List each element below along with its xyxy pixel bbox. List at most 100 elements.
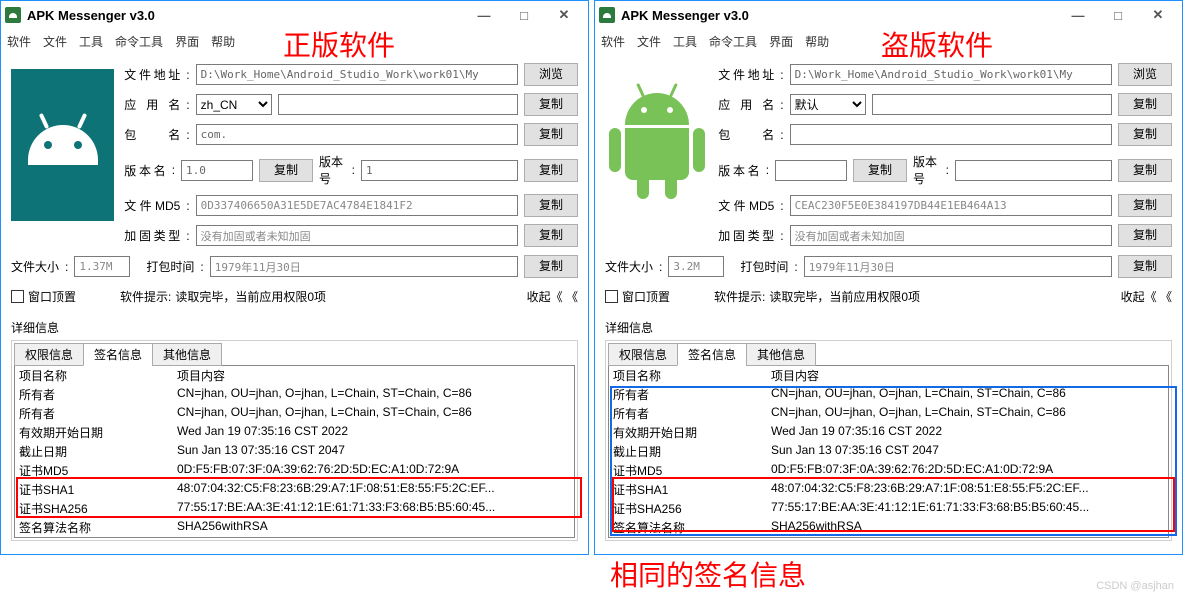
titlebar[interactable]: APK Messenger v3.0 bbox=[595, 1, 1182, 29]
appname-select[interactable]: 默认 bbox=[790, 94, 866, 115]
tab-permissions[interactable]: 权限信息 bbox=[14, 343, 84, 366]
harden-input[interactable] bbox=[196, 225, 518, 246]
path-input[interactable] bbox=[196, 64, 518, 85]
vercode-label: 版本号 bbox=[913, 153, 940, 187]
menubar: 软件 文件 工具 命令工具 界面 帮助 bbox=[1, 29, 588, 53]
tip-label: 软件提示: bbox=[714, 288, 765, 305]
packtime-label: 打包时间 bbox=[146, 258, 194, 275]
pin-checkbox[interactable] bbox=[11, 290, 24, 303]
tab-signature[interactable]: 签名信息 bbox=[677, 343, 747, 366]
filesize-label: 文件大小 bbox=[605, 258, 653, 275]
window-title: APK Messenger v3.0 bbox=[27, 8, 155, 23]
browse-button[interactable]: 浏览 bbox=[524, 63, 578, 86]
appname-input[interactable] bbox=[278, 94, 518, 115]
collapse-button[interactable]: 收起《 《 bbox=[527, 288, 578, 305]
details-box: 权限信息 签名信息 其他信息 项目名称项目内容 所有者CN=jhan, OU=j… bbox=[605, 340, 1172, 541]
table-row: 所有者CN=jhan, OU=jhan, O=jhan, L=Chain, ST… bbox=[15, 385, 574, 404]
copy-ver-button[interactable]: 复制 bbox=[259, 159, 313, 182]
appname-select[interactable]: zh_CN bbox=[196, 94, 272, 115]
copy-vercode-button[interactable]: 复制 bbox=[524, 159, 578, 182]
menu-tool[interactable]: 工具 bbox=[79, 33, 103, 50]
copy-appname-button[interactable]: 复制 bbox=[1118, 93, 1172, 116]
menu-software[interactable]: 软件 bbox=[7, 33, 31, 50]
copy-vercode-button[interactable]: 复制 bbox=[1118, 159, 1172, 182]
md5-input[interactable] bbox=[196, 195, 518, 216]
tab-other[interactable]: 其他信息 bbox=[746, 343, 816, 366]
md5-label: 文件MD5 bbox=[124, 197, 180, 214]
copy-harden-button[interactable]: 复制 bbox=[1118, 224, 1172, 247]
menu-tool[interactable]: 工具 bbox=[673, 33, 697, 50]
app-icon bbox=[5, 7, 21, 23]
minimize-button[interactable] bbox=[464, 3, 504, 27]
maximize-button[interactable] bbox=[1098, 3, 1138, 27]
menu-ui[interactable]: 界面 bbox=[175, 33, 199, 50]
table-row: 截止日期Sun Jan 13 07:35:16 CST 2047 bbox=[15, 442, 574, 461]
window-left: APK Messenger v3.0 软件 文件 工具 命令工具 界面 帮助 文… bbox=[0, 0, 589, 555]
browse-button[interactable]: 浏览 bbox=[1118, 63, 1172, 86]
table-row: 所有者CN=jhan, OU=jhan, O=jhan, L=Chain, ST… bbox=[15, 404, 574, 423]
vercode-label: 版本号 bbox=[319, 153, 346, 187]
minimize-button[interactable] bbox=[1058, 3, 1098, 27]
copy-md5-button[interactable]: 复制 bbox=[1118, 194, 1172, 217]
copy-md5-button[interactable]: 复制 bbox=[524, 194, 578, 217]
copy-pkg-button[interactable]: 复制 bbox=[1118, 123, 1172, 146]
pin-label: 窗口顶置 bbox=[622, 288, 670, 305]
path-input[interactable] bbox=[790, 64, 1112, 85]
table-row: 有效期开始日期Wed Jan 19 07:35:16 CST 2022 bbox=[609, 423, 1168, 442]
table-row: 证书MD50D:F5:FB:07:3F:0A:39:62:76:2D:5D:EC… bbox=[15, 461, 574, 480]
close-button[interactable] bbox=[1138, 3, 1178, 27]
tab-permissions[interactable]: 权限信息 bbox=[608, 343, 678, 366]
ver-input[interactable] bbox=[775, 160, 847, 181]
ver-input[interactable] bbox=[181, 160, 253, 181]
maximize-button[interactable] bbox=[504, 3, 544, 27]
table-row: 签名算法名称SHA256withRSA bbox=[609, 518, 1168, 537]
window-controls bbox=[464, 3, 584, 27]
menu-software[interactable]: 软件 bbox=[601, 33, 625, 50]
menu-help[interactable]: 帮助 bbox=[211, 33, 235, 50]
copy-packtime-button[interactable]: 复制 bbox=[524, 255, 578, 278]
pkg-label: 包名 bbox=[718, 126, 774, 143]
apk-icon bbox=[11, 69, 114, 221]
filesize-input bbox=[74, 256, 130, 277]
pin-checkbox[interactable] bbox=[605, 290, 618, 303]
menu-help[interactable]: 帮助 bbox=[805, 33, 829, 50]
harden-input[interactable] bbox=[790, 225, 1112, 246]
vercode-input[interactable] bbox=[361, 160, 518, 181]
table-row: 证书SHA25677:55:17:BE:AA:3E:41:12:1E:61:71… bbox=[15, 499, 574, 518]
details-box: 权限信息 签名信息 其他信息 项目名称项目内容 所有者CN=jhan, OU=j… bbox=[11, 340, 578, 541]
path-label: 文件地址 bbox=[124, 66, 180, 83]
appname-input[interactable] bbox=[872, 94, 1112, 115]
window-controls bbox=[1058, 3, 1178, 27]
menu-file[interactable]: 文件 bbox=[43, 33, 67, 50]
harden-label: 加固类型 bbox=[124, 227, 180, 244]
copy-packtime-button[interactable]: 复制 bbox=[1118, 255, 1172, 278]
vercode-input[interactable] bbox=[955, 160, 1112, 181]
appname-label: 应用名 bbox=[124, 96, 180, 113]
menu-cmd[interactable]: 命令工具 bbox=[709, 33, 757, 50]
close-button[interactable] bbox=[544, 3, 584, 27]
titlebar[interactable]: APK Messenger v3.0 bbox=[1, 1, 588, 29]
tab-other[interactable]: 其他信息 bbox=[152, 343, 222, 366]
packtime-input bbox=[210, 256, 518, 277]
md5-input[interactable] bbox=[790, 195, 1112, 216]
watermark: CSDN @asjhan bbox=[1096, 580, 1174, 592]
signature-table: 项目名称项目内容 所有者CN=jhan, OU=jhan, O=jhan, L=… bbox=[14, 365, 575, 538]
menu-cmd[interactable]: 命令工具 bbox=[115, 33, 163, 50]
pin-label: 窗口顶置 bbox=[28, 288, 76, 305]
copy-ver-button[interactable]: 复制 bbox=[853, 159, 907, 182]
details-label: 详细信息 bbox=[11, 319, 578, 336]
copy-harden-button[interactable]: 复制 bbox=[524, 224, 578, 247]
collapse-button[interactable]: 收起《 《 bbox=[1121, 288, 1172, 305]
packtime-input bbox=[804, 256, 1112, 277]
menu-ui[interactable]: 界面 bbox=[769, 33, 793, 50]
tip-text: 读取完毕，当前应用权限0项 bbox=[769, 288, 920, 305]
menu-file[interactable]: 文件 bbox=[637, 33, 661, 50]
table-row: 签名算法名称SHA256withRSA bbox=[15, 518, 574, 537]
tab-signature[interactable]: 签名信息 bbox=[83, 343, 153, 366]
window-title: APK Messenger v3.0 bbox=[621, 8, 749, 23]
details-label: 详细信息 bbox=[605, 319, 1172, 336]
copy-appname-button[interactable]: 复制 bbox=[524, 93, 578, 116]
pkg-input[interactable] bbox=[790, 124, 1112, 145]
copy-pkg-button[interactable]: 复制 bbox=[524, 123, 578, 146]
pkg-input[interactable] bbox=[196, 124, 518, 145]
